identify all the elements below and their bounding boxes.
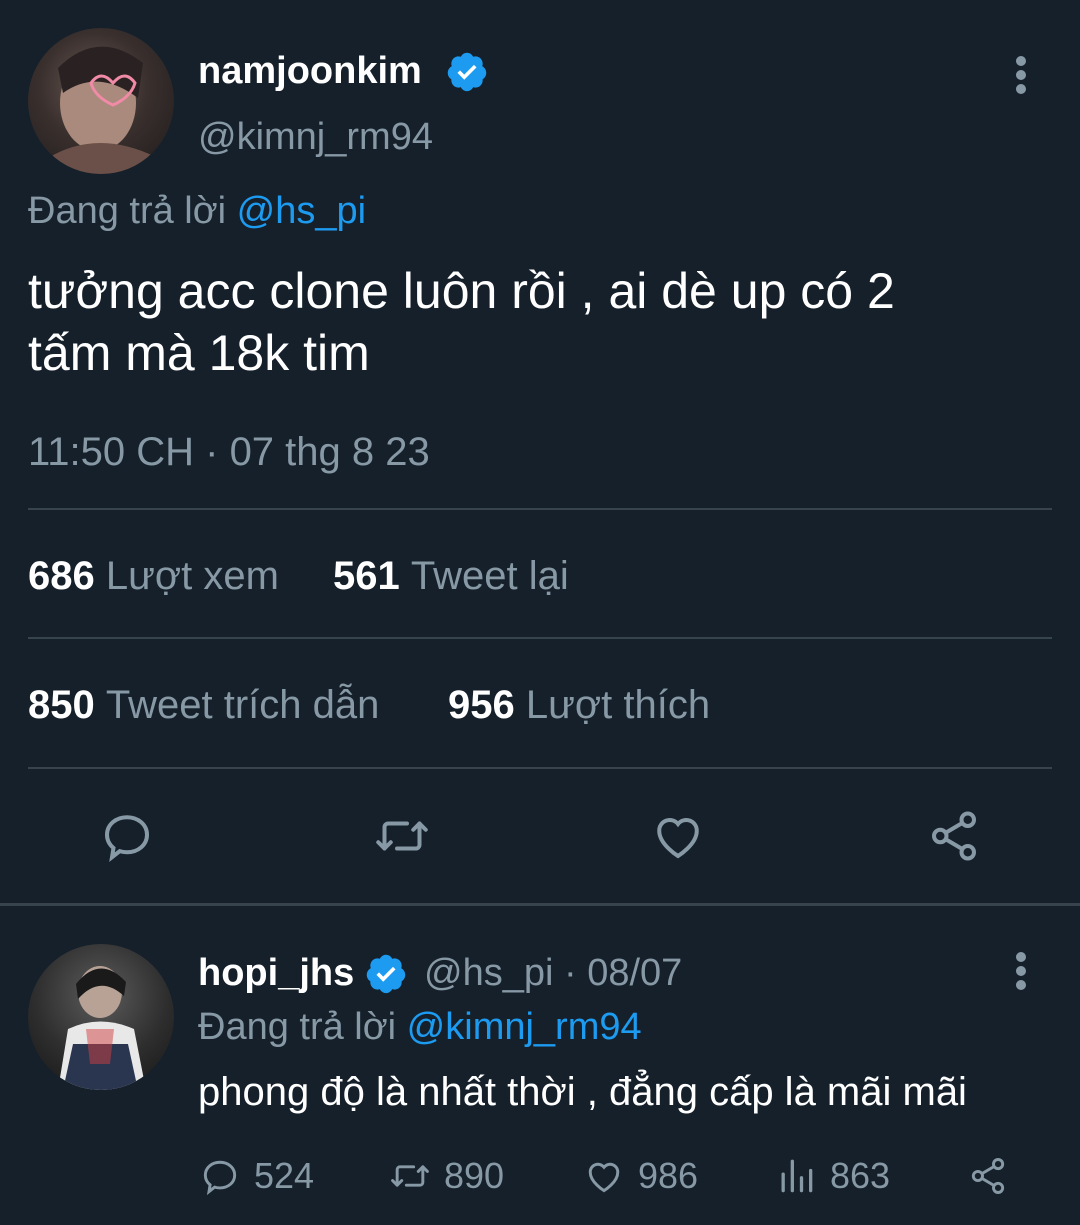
divider [28, 637, 1052, 639]
avatar-photo [48, 46, 158, 174]
retweet-icon[interactable] [372, 806, 432, 866]
reply-display-name[interactable]: hopi_jhs [198, 950, 354, 996]
views-label: Lượt xem [105, 554, 279, 598]
likes-count: 956 [448, 683, 515, 727]
reply-handle-date[interactable]: @hs_pi · 08/07 [424, 950, 682, 996]
replying-to: Đang trả lời @hs_pi [28, 188, 366, 234]
reply-replying-to: Đang trả lời @kimnj_rm94 [198, 1004, 642, 1050]
views-count: 863 [830, 1155, 891, 1196]
reply-avatar[interactable] [28, 944, 174, 1090]
likes-stat[interactable]: 956 Lượt thích [448, 681, 710, 729]
verified-badge-icon [445, 50, 489, 94]
verified-badge-icon [364, 952, 408, 996]
share-icon [971, 1158, 1005, 1194]
likes-label: Lượt thích [525, 683, 711, 727]
timestamp[interactable]: 11:50 CH · 07 thg 8 23 [28, 428, 430, 476]
more-options-icon[interactable] [1015, 952, 1027, 992]
reply-avatar-photo [58, 966, 146, 1090]
replying-prefix: Đang trả lời [28, 190, 237, 232]
display-name[interactable]: namjoonkim [198, 48, 422, 94]
divider [28, 767, 1052, 769]
reply-share-button[interactable] [966, 1151, 1010, 1201]
tweet-text-line: tưởng acc clone luôn rồi , ai dè up có 2 [28, 263, 895, 319]
reply-reply-button[interactable]: 524 [198, 1151, 314, 1201]
mention-link[interactable]: @hs_pi [237, 190, 366, 232]
quotes-label: Tweet trích dẫn [105, 683, 380, 727]
user-handle[interactable]: @kimnj_rm94 [198, 114, 433, 160]
views-icon [781, 1159, 813, 1193]
reply-retweet-button[interactable]: 890 [388, 1151, 504, 1201]
views-stat: 686 Lượt xem [28, 552, 279, 600]
like-count: 986 [638, 1155, 699, 1196]
retweet-icon [391, 1165, 429, 1187]
tweet-text: tưởng acc clone luôn rồi , ai dè up có 2… [28, 260, 1048, 384]
like-icon [588, 1162, 620, 1193]
quotes-stat[interactable]: 850 Tweet trích dẫn [28, 681, 379, 729]
reply-count: 524 [254, 1155, 315, 1196]
reply-icon [203, 1160, 237, 1196]
mention-link[interactable]: @kimnj_rm94 [407, 1006, 642, 1048]
section-divider [0, 903, 1080, 906]
retweet-count: 890 [444, 1155, 505, 1196]
avatar[interactable] [28, 28, 174, 174]
tweet-text-line: tấm mà 18k tim [28, 325, 370, 381]
reply-like-button[interactable]: 986 [582, 1151, 698, 1201]
more-options-icon[interactable] [1015, 56, 1027, 96]
retweets-stat[interactable]: 561 Tweet lại [333, 552, 569, 600]
retweets-count: 561 [333, 554, 400, 598]
like-icon[interactable] [648, 806, 708, 866]
share-icon[interactable] [924, 806, 984, 866]
reply-icon[interactable] [97, 806, 157, 866]
reply-views-button[interactable]: 863 [774, 1151, 890, 1201]
divider [28, 508, 1052, 510]
quotes-count: 850 [28, 683, 95, 727]
reply-text: phong độ là nhất thời , đẳng cấp là mãi … [198, 1070, 967, 1114]
views-count: 686 [28, 554, 95, 598]
retweets-label: Tweet lại [410, 554, 569, 598]
replying-prefix: Đang trả lời [198, 1006, 407, 1048]
